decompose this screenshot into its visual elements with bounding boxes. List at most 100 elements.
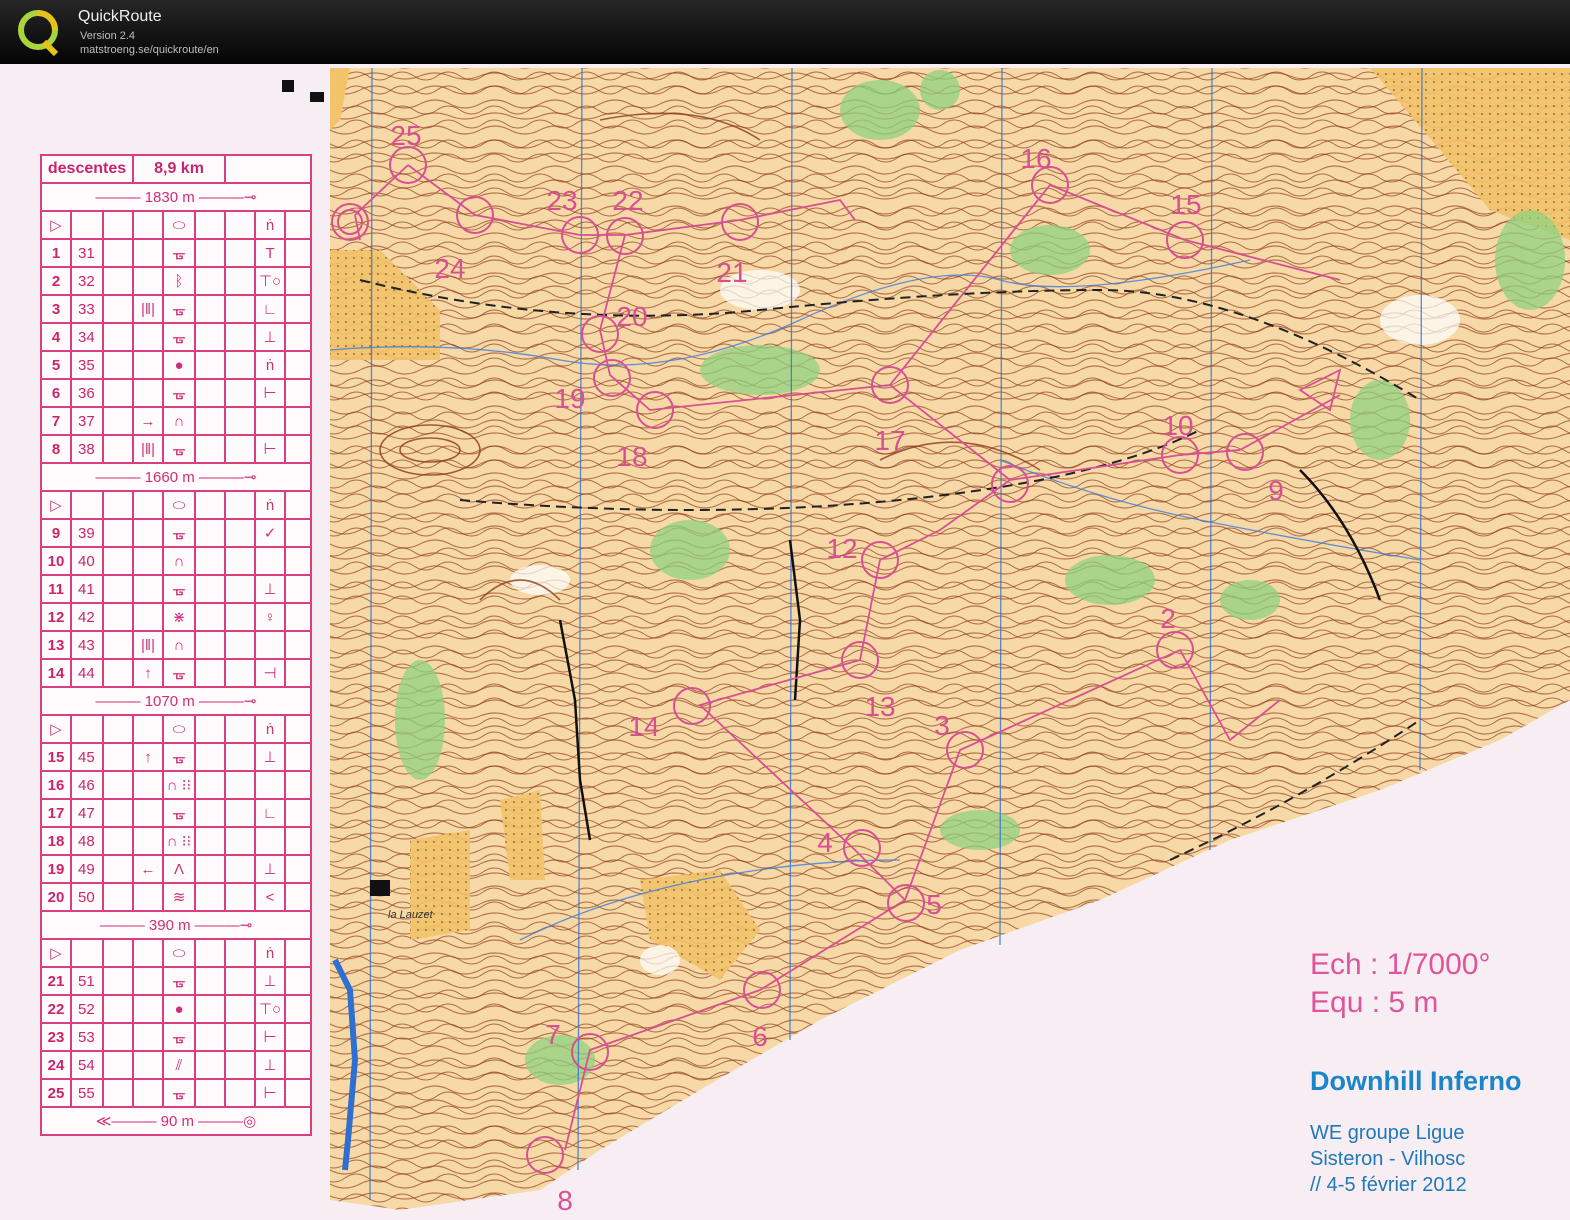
column-d-symbol — [132, 518, 165, 548]
location-symbol — [254, 546, 287, 576]
symbol-header-cell: ▷ — [40, 490, 72, 520]
course-length: 8,9 km — [132, 154, 227, 184]
control-row: 18 48 ∩ ⁝⁝ — [40, 826, 313, 856]
event-subtitle-line-3: // 4-5 février 2012 — [1310, 1174, 1467, 1196]
leg-distance-row: ——— 390 m ———⊸ — [39, 910, 313, 940]
column-g-symbol — [224, 238, 257, 268]
column-f-symbol — [194, 854, 227, 884]
location-symbol: ⊥ — [254, 966, 287, 996]
column-f-symbol — [194, 826, 227, 856]
control-number-label: 6 — [752, 1021, 768, 1052]
location-symbol: ⊥ — [254, 322, 287, 352]
control-row: 8 38 |‖| ᚗ ⊢ — [40, 434, 313, 464]
control-row: 11 41 ᚗ ⊥ — [40, 574, 313, 604]
symbol-header-cell — [224, 210, 257, 240]
control-row: 2 32 ᛒ ⊤○ — [40, 266, 313, 296]
leg-distance: 390 m — [148, 917, 191, 934]
control-number-label: 20 — [616, 301, 647, 332]
leg-distance: 1830 m — [144, 189, 195, 206]
column-g-symbol — [224, 770, 257, 800]
control-code: 36 — [70, 378, 104, 408]
column-g-symbol — [224, 574, 257, 604]
app-name: QuickRoute — [78, 8, 162, 25]
finish-distance: 90 m — [160, 1113, 195, 1130]
control-number: 8 — [40, 434, 72, 464]
control-description-sheet: descentes 8,9 km ——— 1830 m ———⊸ ▷ ⬭ ṅ 1 31 ᚗ T… — [39, 154, 313, 1202]
column-g-symbol — [224, 826, 257, 856]
column-c-symbol — [101, 350, 135, 380]
control-code: 55 — [70, 1078, 104, 1108]
symbol-header-cell: ṅ — [254, 210, 287, 240]
control-number-label: 7 — [545, 1019, 561, 1050]
column-i-symbol — [284, 238, 313, 268]
column-d-symbol — [132, 574, 165, 604]
column-c-symbol — [101, 994, 135, 1024]
control-number: 18 — [40, 826, 72, 856]
control-code: 37 — [70, 406, 104, 436]
location-symbol — [254, 770, 287, 800]
column-d-symbol — [132, 826, 165, 856]
column-d-symbol: ↑ — [132, 658, 165, 688]
control-row: 25 55 ᚗ ⊢ — [40, 1078, 313, 1108]
feature-symbol: ᚗ — [162, 966, 197, 996]
feature-symbol: ᚗ — [162, 658, 197, 688]
control-number-label: 15 — [1170, 189, 1201, 220]
control-number-label: 18 — [616, 441, 647, 472]
control-code: 48 — [70, 826, 104, 856]
column-f-symbol — [194, 434, 227, 464]
symbol-header-cell — [132, 210, 165, 240]
symbol-header-cell — [284, 210, 313, 240]
column-f-symbol — [194, 546, 227, 576]
column-f-symbol — [194, 294, 227, 324]
location-symbol: ∟ — [254, 294, 287, 324]
control-number-label: 19 — [554, 383, 585, 414]
column-d-symbol — [132, 266, 165, 296]
control-row: 6 36 ᚗ ⊢ — [40, 378, 313, 408]
feature-symbol: ᚗ — [162, 378, 197, 408]
course-climb — [224, 154, 313, 184]
column-g-symbol — [224, 854, 257, 884]
symbol-header-cell: ⬭ — [162, 938, 197, 968]
column-c-symbol — [101, 1078, 135, 1108]
control-number: 13 — [40, 630, 72, 660]
column-i-symbol — [284, 854, 313, 884]
column-c-symbol — [101, 630, 135, 660]
symbol-header-cell: ⬭ — [162, 714, 197, 744]
control-number-label: 8 — [557, 1185, 573, 1216]
column-c-symbol — [101, 378, 135, 408]
location-symbol: < — [254, 882, 287, 912]
control-number-label: 22 — [612, 185, 643, 216]
column-g-symbol — [224, 1050, 257, 1080]
column-c-symbol — [101, 658, 135, 688]
column-i-symbol — [284, 798, 313, 828]
control-code: 41 — [70, 574, 104, 604]
location-symbol: ⊣ — [254, 658, 287, 688]
feature-symbol: ᚗ — [162, 574, 197, 604]
control-number-label: 10 — [1162, 410, 1193, 441]
column-f-symbol — [194, 658, 227, 688]
feature-symbol: ᛒ — [162, 266, 197, 296]
event-title: Downhill Inferno — [1310, 1066, 1522, 1096]
column-c-symbol — [101, 826, 135, 856]
column-i-symbol — [284, 1022, 313, 1052]
control-description-table: descentes 8,9 km ——— 1830 m ———⊸ ▷ ⬭ ṅ 1 31 ᚗ T… — [39, 154, 313, 1136]
column-c-symbol — [101, 434, 135, 464]
feature-symbol: ᚗ — [162, 798, 197, 828]
column-i-symbol — [284, 574, 313, 604]
symbol-header-cell — [284, 938, 313, 968]
location-symbol: ⊢ — [254, 1078, 287, 1108]
symbol-header-cell: ▷ — [40, 714, 72, 744]
column-f-symbol — [194, 966, 227, 996]
control-number-label: 2 — [1160, 603, 1176, 634]
control-code: 32 — [70, 266, 104, 296]
feature-symbol: ● — [162, 994, 197, 1024]
finish-distance-row: ≪——— 90 m ———◎ — [39, 1106, 313, 1136]
control-number: 17 — [40, 798, 72, 828]
column-i-symbol — [284, 994, 313, 1024]
symbol-header-cell — [132, 938, 165, 968]
column-c-symbol — [101, 966, 135, 996]
feature-symbol: ≋ — [162, 882, 197, 912]
control-code: 51 — [70, 966, 104, 996]
control-number-label: 16 — [1020, 143, 1051, 174]
control-number-label: 13 — [864, 691, 895, 722]
